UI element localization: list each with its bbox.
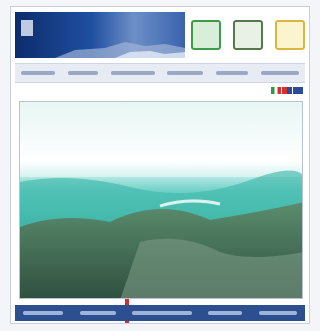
footer-link[interactable] bbox=[208, 311, 243, 315]
footer-link[interactable] bbox=[131, 311, 192, 315]
nav-item[interactable] bbox=[21, 71, 56, 75]
nav-item[interactable] bbox=[260, 71, 299, 75]
nav-item[interactable] bbox=[167, 71, 204, 75]
yellow-sun-icon[interactable] bbox=[275, 20, 305, 50]
nav-item[interactable] bbox=[215, 71, 248, 75]
header-icon-group bbox=[191, 15, 305, 55]
header-banner[interactable] bbox=[15, 12, 185, 58]
tree-icon[interactable] bbox=[233, 20, 263, 50]
page-frame bbox=[10, 6, 310, 324]
blue-flag-icon[interactable] bbox=[293, 87, 303, 94]
footer-link[interactable] bbox=[258, 311, 297, 315]
hero-landscape-image bbox=[19, 101, 303, 299]
language-flags bbox=[271, 87, 303, 94]
green-leaf-icon[interactable] bbox=[191, 20, 221, 50]
footer-link[interactable] bbox=[23, 311, 64, 315]
uk-flag-icon[interactable] bbox=[282, 87, 292, 94]
nav-bar bbox=[15, 63, 305, 83]
footer-bar bbox=[15, 305, 305, 321]
nav-item[interactable] bbox=[67, 71, 98, 75]
banner-skyline-image bbox=[55, 42, 185, 58]
italy-flag-icon[interactable] bbox=[271, 87, 281, 94]
nav-item[interactable] bbox=[110, 71, 155, 75]
footer-link[interactable] bbox=[79, 311, 116, 315]
